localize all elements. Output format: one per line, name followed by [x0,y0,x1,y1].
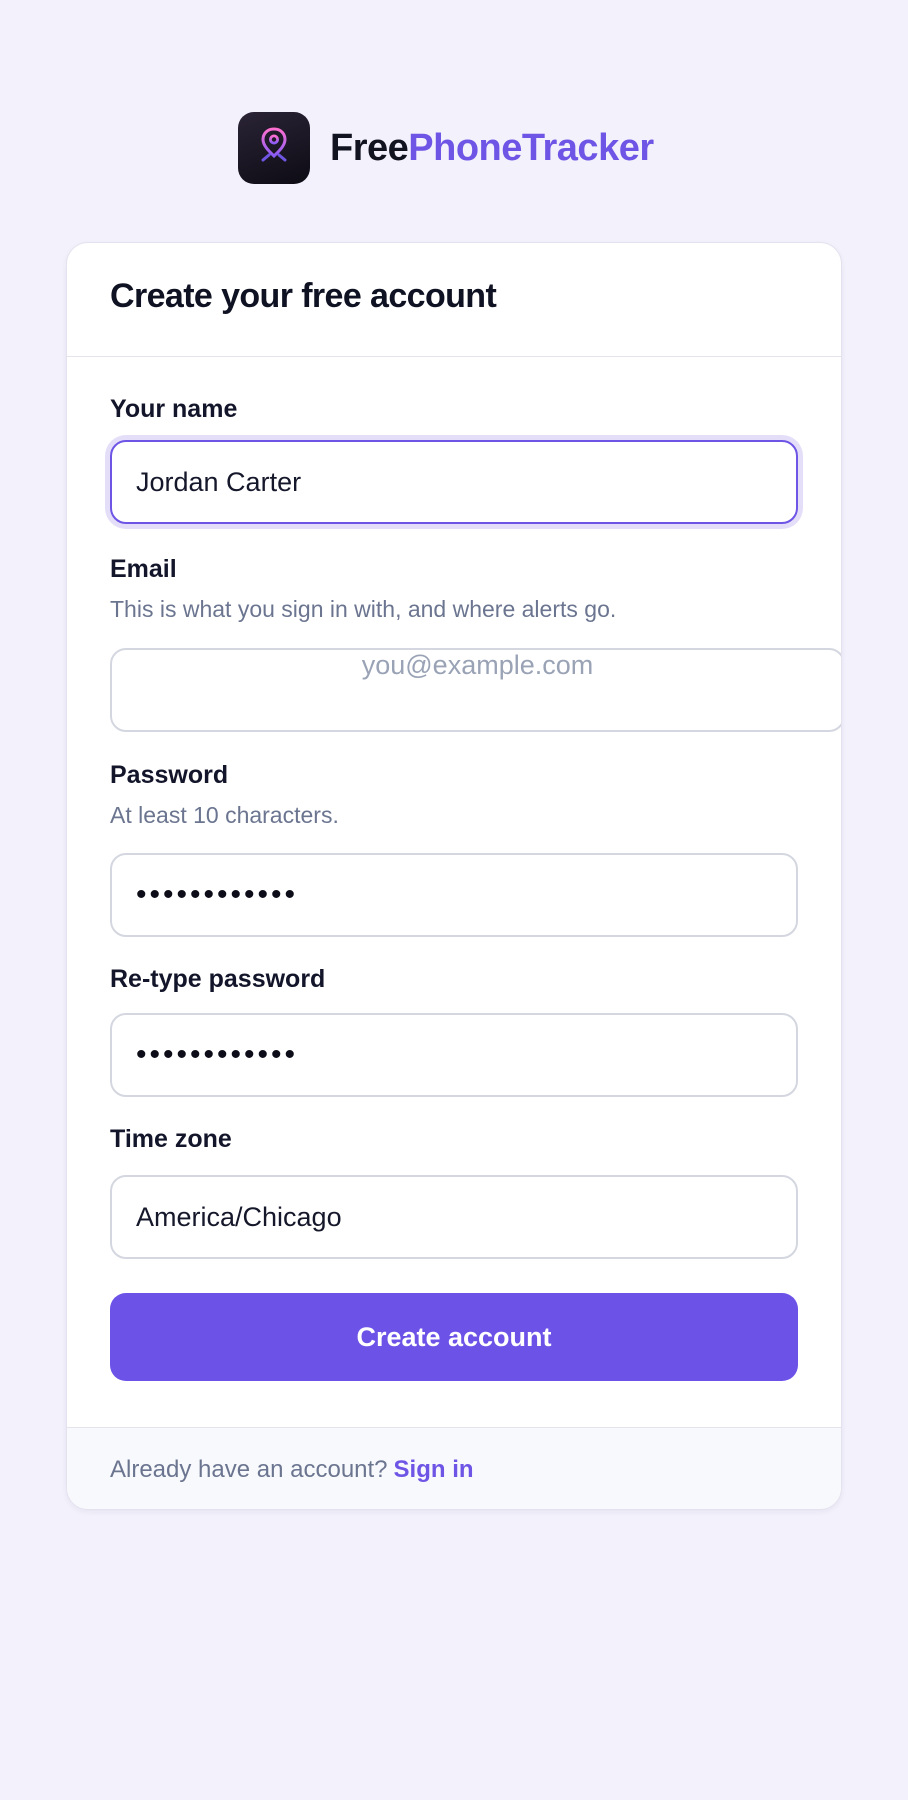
brand: FreePhoneTracker [238,112,654,184]
page-title: Create your free account [110,277,497,315]
brand-name-part1: Free [330,126,409,169]
name-label: Your name [110,395,238,423]
email-input[interactable] [110,648,841,732]
email-field-group: Email This is what you sign in with, and… [110,555,798,623]
password-input[interactable] [110,853,798,937]
retype-password-input[interactable] [110,1013,798,1097]
password-label: Password [110,761,229,789]
card-header: Create your free account [67,243,841,357]
timezone-label: Time zone [110,1125,232,1153]
name-input[interactable] [110,440,798,524]
brand-name-part2: PhoneTracker [408,126,654,169]
email-hint: This is what you sign in with, and where… [110,596,617,622]
timezone-input[interactable] [110,1175,798,1259]
signup-card: Create your free account Your name Email… [66,242,842,1510]
brand-name: FreePhoneTracker [330,127,654,170]
card-footer: Already have an account? Sign in [67,1427,841,1509]
retype-password-field-group: Re-type password [110,965,798,994]
email-label: Email [110,555,177,583]
signin-link[interactable]: Sign in [394,1456,474,1483]
password-field-group: Password At least 10 characters. [110,761,798,829]
map-pin-icon [258,126,290,171]
retype-password-label: Re-type password [110,965,326,993]
email-input-wrap: you@example.com [110,648,841,732]
brand-logo [238,112,310,184]
password-hint: At least 10 characters. [110,802,339,828]
name-field-group: Your name [110,395,798,524]
create-account-button[interactable]: Create account [110,1293,798,1381]
signin-prompt: Already have an account? [110,1456,388,1483]
timezone-field-group: Time zone [110,1125,798,1154]
